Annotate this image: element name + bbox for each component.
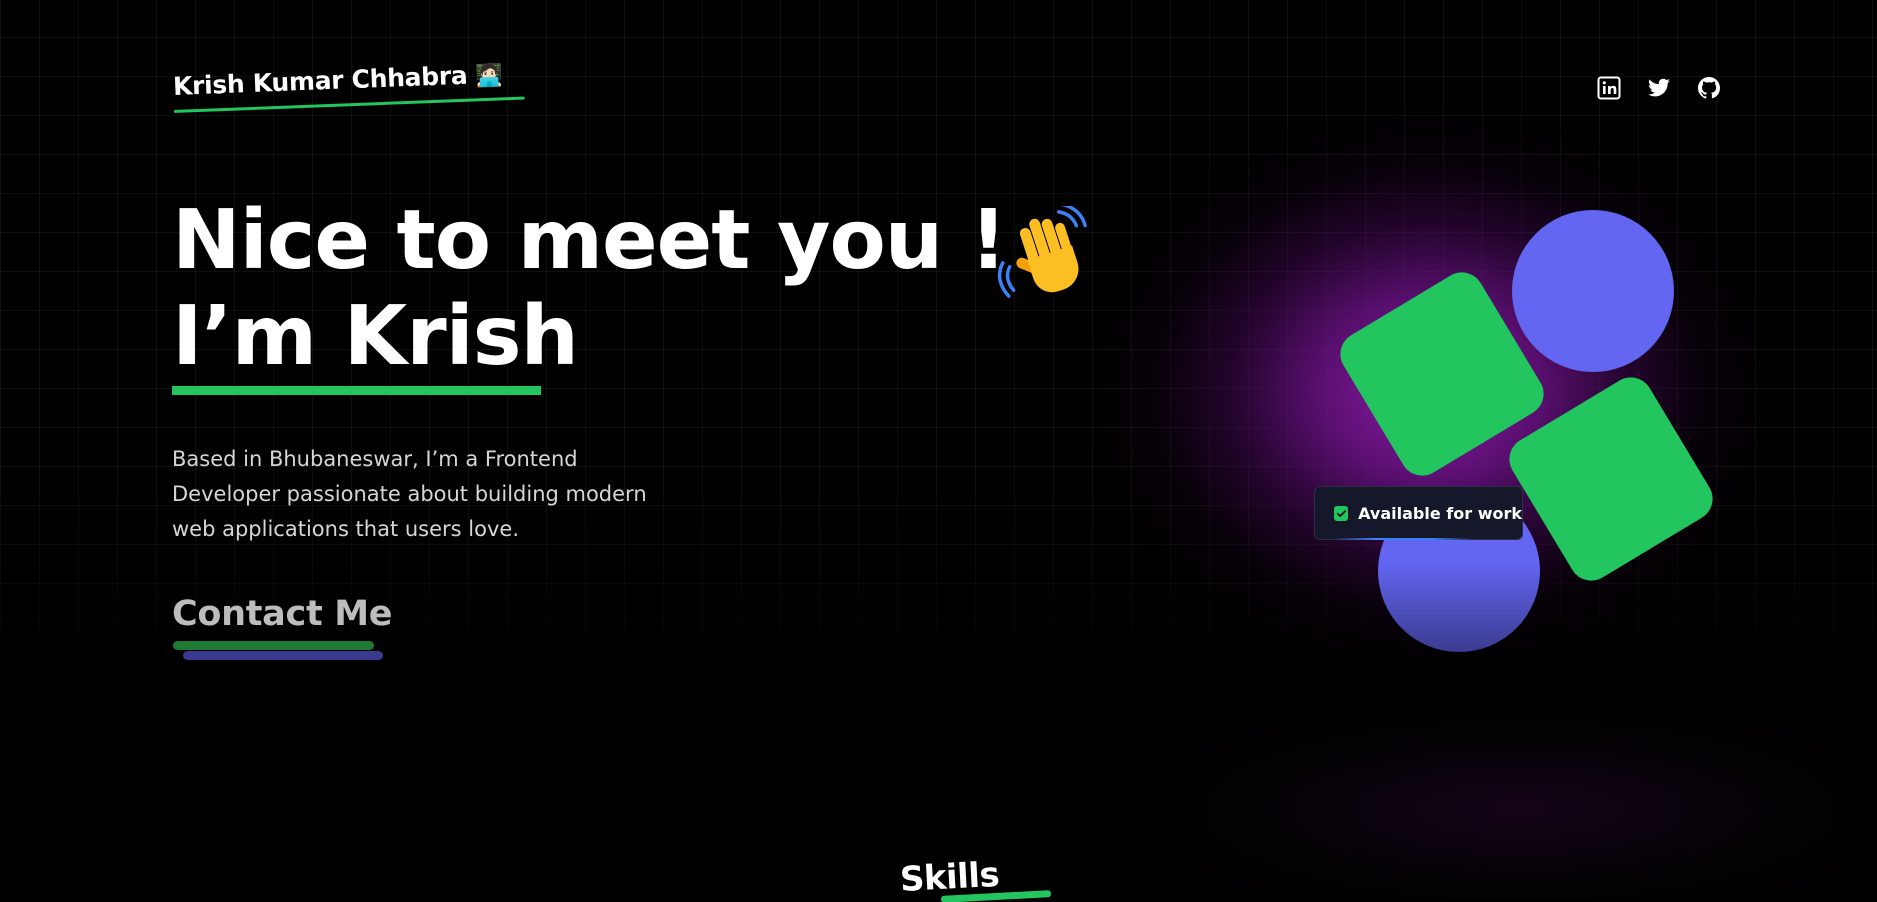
availability-badge: Available for work [1314, 486, 1523, 540]
skills-title: Skills [898, 854, 1001, 900]
indigo-circle-top [1512, 210, 1674, 372]
badge-accent-line [1333, 538, 1473, 540]
purple-haze [1200, 720, 1840, 900]
linkedin-icon[interactable] [1597, 76, 1621, 100]
hero-intro: I’m Krish [172, 289, 579, 384]
twitter-icon[interactable] [1647, 76, 1671, 100]
github-icon[interactable] [1697, 76, 1721, 100]
availability-label: Available for work [1358, 503, 1522, 523]
skills-section-title: Skills [898, 854, 1052, 902]
waving-hand-icon [997, 206, 1087, 298]
contact-me-label: Contact Me [172, 594, 393, 634]
technologist-emoji-icon: 🧑🏻‍💻 [474, 63, 504, 90]
hero-underline [172, 386, 541, 395]
social-links [1597, 76, 1721, 100]
checkbox-checked-icon [1334, 505, 1349, 521]
hero-greeting: Nice to meet you ! [172, 193, 1007, 288]
contact-underline-green [173, 641, 374, 650]
hero-bio: Based in Bhubaneswar, I’m a Frontend Dev… [172, 447, 647, 541]
contact-underline-purple [183, 651, 383, 660]
contact-me-button[interactable]: Contact Me [172, 594, 393, 660]
